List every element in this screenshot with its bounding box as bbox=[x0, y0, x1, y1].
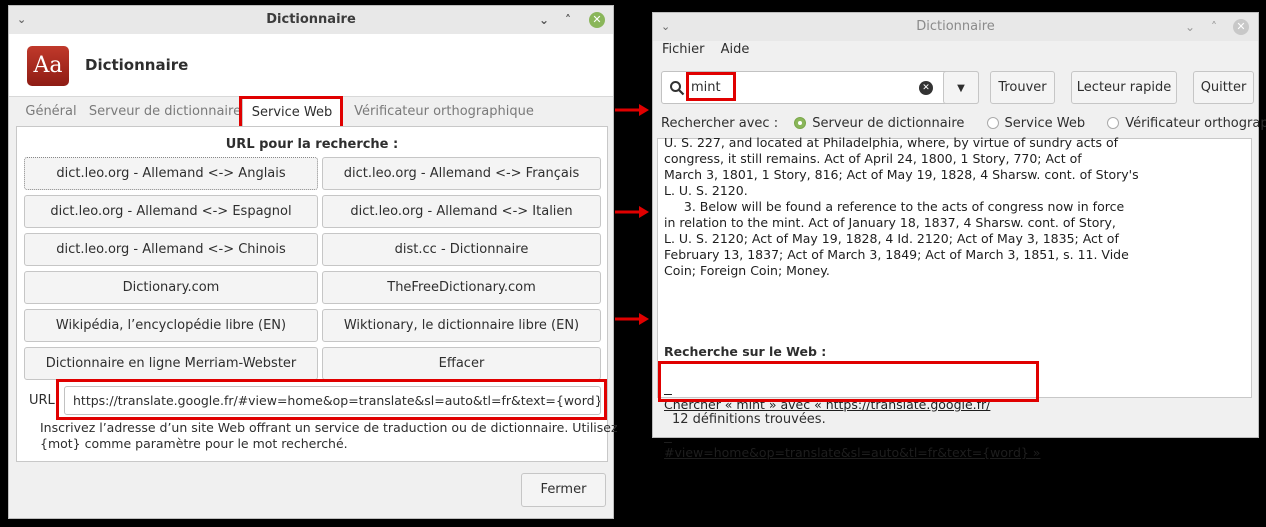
service-button-leo-de-fr[interactable]: dict.leo.org - Allemand <-> Français bbox=[322, 157, 601, 190]
clear-search-icon[interactable]: ✕ bbox=[919, 81, 933, 95]
arrow-icon bbox=[615, 313, 649, 325]
chevron-down-icon[interactable]: ⌄ bbox=[17, 6, 26, 34]
chevron-down-icon: ▼ bbox=[957, 83, 965, 94]
chevron-down-icon[interactable]: ⌄ bbox=[661, 13, 670, 41]
help-text-line1: Inscrivez l’adresse d’un site Web offran… bbox=[40, 420, 618, 435]
tab-spell-checker[interactable]: Vérificateur orthographique bbox=[344, 98, 544, 126]
quit-button[interactable]: Quitter bbox=[1193, 71, 1254, 104]
minimize-icon[interactable]: ⌄ bbox=[1185, 13, 1195, 41]
close-button[interactable]: Fermer bbox=[521, 473, 606, 507]
service-button-wikipedia[interactable]: Wikipédia, l’encyclopédie libre (EN) bbox=[24, 309, 318, 342]
service-button-leo-de-es[interactable]: dict.leo.org - Allemand <-> Espagnol bbox=[24, 195, 318, 228]
radio-spell-checker[interactable]: Vérificateur orthographique bbox=[1107, 116, 1266, 131]
left-titlebar: ⌄ Dictionnaire ⌄ ˄ ✕ bbox=[9, 6, 613, 34]
definition-line: March 3, 1801, 1 Story, 816; Act of May … bbox=[664, 167, 1139, 182]
web-search-heading: Recherche sur le Web : bbox=[664, 344, 827, 359]
app-title: Dictionnaire bbox=[85, 56, 189, 74]
left-window-title: Dictionnaire bbox=[266, 12, 356, 27]
url-highlight bbox=[56, 379, 607, 420]
help-text-line2: {mot} comme paramètre pour le mot recher… bbox=[40, 436, 348, 451]
web-link-highlight bbox=[658, 361, 1039, 402]
definition-line: U. S. 227, and located at Philadelphia, … bbox=[664, 135, 1118, 150]
definition-line: February 13, 1837; Act of March 3, 1849;… bbox=[664, 247, 1129, 262]
service-button-thefreedictionary[interactable]: TheFreeDictionary.com bbox=[322, 271, 601, 304]
service-button-dict-cc[interactable]: dist.cc - Dictionnaire bbox=[322, 233, 601, 266]
service-button-merriam-webster[interactable]: Dictionnaire en ligne Merriam-Webster bbox=[24, 347, 318, 380]
clear-button[interactable]: Effacer bbox=[322, 347, 601, 380]
tab-general[interactable]: Général bbox=[18, 98, 84, 126]
dictionary-app-icon: Aa bbox=[27, 46, 69, 86]
tab-dictionary-server[interactable]: Serveur de dictionnaire bbox=[88, 98, 242, 126]
menu-file[interactable]: Fichier bbox=[662, 42, 705, 57]
history-dropdown-button[interactable]: ▼ bbox=[943, 71, 979, 104]
radio-dictionary-server[interactable]: Serveur de dictionnaire bbox=[794, 116, 964, 131]
service-button-leo-de-en[interactable]: dict.leo.org - Allemand <-> Anglais bbox=[24, 157, 318, 190]
close-icon[interactable]: ✕ bbox=[589, 12, 605, 28]
search-with-label: Rechercher avec : bbox=[661, 116, 779, 131]
search-highlight bbox=[686, 72, 736, 101]
definition-line: 3. Below will be found a reference to th… bbox=[664, 199, 1125, 214]
menu-help[interactable]: Aide bbox=[721, 42, 750, 57]
app-header: Aa Dictionnaire bbox=[9, 34, 613, 97]
close-icon[interactable]: ✕ bbox=[1233, 19, 1249, 35]
find-button[interactable]: Trouver bbox=[990, 71, 1055, 104]
right-window-title: Dictionnaire bbox=[916, 19, 995, 34]
search-icon bbox=[670, 81, 685, 96]
menubar: Fichier Aide bbox=[662, 42, 749, 57]
web-search-link-line2: #view=home&op=translate&sl=auto&tl=fr&te… bbox=[664, 445, 1041, 460]
maximize-icon[interactable]: ˄ bbox=[1211, 13, 1217, 41]
section-label: URL pour la recherche : bbox=[225, 137, 399, 152]
service-button-leo-de-zh[interactable]: dict.leo.org - Allemand <-> Chinois bbox=[24, 233, 318, 266]
definition-line: Coin; Foreign Coin; Money. bbox=[664, 263, 830, 278]
quick-reader-button[interactable]: Lecteur rapide bbox=[1071, 71, 1177, 104]
service-button-wiktionary[interactable]: Wiktionary, le dictionnaire libre (EN) bbox=[322, 309, 601, 342]
service-button-leo-de-it[interactable]: dict.leo.org - Allemand <-> Italien bbox=[322, 195, 601, 228]
url-label: URL bbox=[29, 393, 55, 408]
arrow-icon bbox=[615, 206, 649, 218]
right-titlebar: ⌄ Dictionnaire ⌄ ˄ ✕ bbox=[653, 13, 1258, 41]
status-text: 12 définitions trouvées. bbox=[672, 412, 826, 427]
definition-line: L. U. S. 2120; Act of May 19, 1828, 4 Id… bbox=[664, 231, 1119, 246]
definition-line: congress, it still remains. Act of April… bbox=[664, 151, 1082, 166]
radio-web-service[interactable]: Service Web bbox=[986, 116, 1085, 131]
definition-line: in relation to the mint. Act of January … bbox=[664, 215, 1116, 230]
arrow-icon bbox=[615, 104, 649, 116]
maximize-icon[interactable]: ˄ bbox=[565, 6, 571, 34]
search-with-row: Rechercher avec : Serveur de dictionnair… bbox=[661, 116, 1266, 131]
minimize-icon[interactable]: ⌄ bbox=[539, 6, 549, 34]
definition-line: L. U. S. 2120. bbox=[664, 183, 748, 198]
service-button-dictionary-com[interactable]: Dictionary.com bbox=[24, 271, 318, 304]
